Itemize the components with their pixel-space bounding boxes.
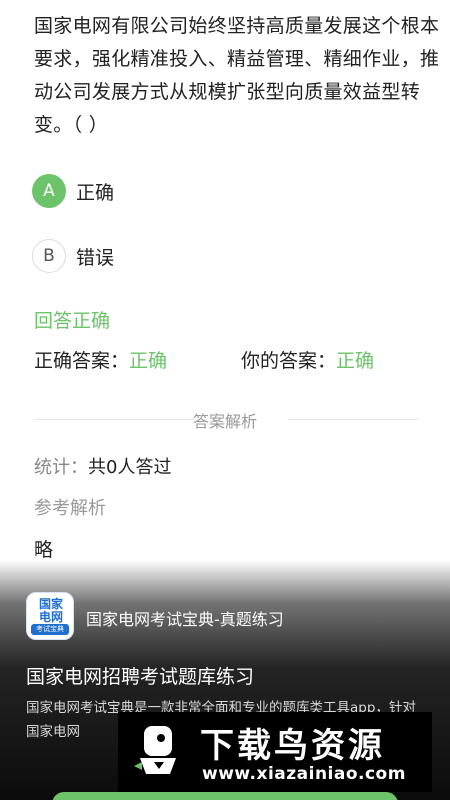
bird-logo-icon <box>134 726 176 774</box>
app-icon-badge: 考试宝典 <box>31 624 69 635</box>
app-name[interactable]: 国家电网考试宝典-真题练习 <box>86 606 284 630</box>
your-answer-value: 正确 <box>336 350 375 372</box>
option-a-marker: A <box>32 174 66 208</box>
correct-answer-value: 正确 <box>129 350 168 372</box>
reference-title: 参考解析 <box>34 498 106 519</box>
watermark: 下载鸟资源 www.xiazainiao.com <box>118 712 432 792</box>
option-b[interactable]: B 错误 <box>32 239 114 273</box>
watermark-url: www.xiazainiao.com <box>202 764 406 784</box>
stats-value: 共0人答过 <box>88 457 172 478</box>
option-b-marker: B <box>32 239 66 273</box>
correct-answer-label: 正确答案： <box>34 350 130 372</box>
stats: 统计：共0人答过 <box>34 453 171 479</box>
option-b-label: 错误 <box>76 246 115 269</box>
app-icon-line2: 电网 <box>38 610 63 624</box>
stats-label: 统计： <box>34 457 88 478</box>
promo-title: 国家电网招聘考试题库练习 <box>26 666 255 688</box>
result-status: 回答正确 <box>34 310 111 332</box>
your-answer: 你的答案：正确 <box>241 346 374 373</box>
question-text: 国家电网有限公司始终坚持高质量发展这个根本要求，强化精准投入、精益管理、精细作业… <box>34 15 440 136</box>
option-a[interactable]: A 正确 <box>32 174 114 208</box>
option-a-label: 正确 <box>76 181 115 204</box>
correct-answer: 正确答案：正确 <box>34 346 167 373</box>
bottom-action-button[interactable] <box>52 792 398 800</box>
watermark-text: 下载鸟资源 <box>200 726 385 766</box>
analysis-section-title: 答案解析 <box>192 412 257 431</box>
your-answer-label: 你的答案： <box>241 350 337 372</box>
reference-body: 略 <box>34 539 54 561</box>
app-icon[interactable]: 国家 电网 考试宝典 <box>26 592 74 640</box>
divider-right <box>288 419 418 420</box>
